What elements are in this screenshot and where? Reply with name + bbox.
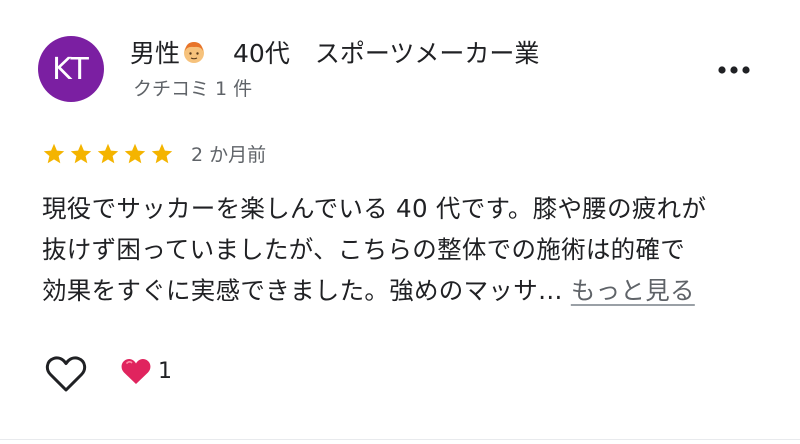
- man-face-icon: [184, 42, 205, 63]
- review-text-line: 現役でサッカーを楽しんでいる 40 代です。膝や腰の疲れが: [42, 194, 707, 223]
- star-icon: [43, 143, 65, 163]
- red-heart-icon: [121, 358, 151, 384]
- review-text-line-truncated: 効果をすぐに実感できました。強めのマッサ…: [42, 276, 563, 305]
- read-more-link[interactable]: もっと見る: [571, 276, 695, 305]
- star-icon: [70, 143, 92, 163]
- heart-outline-icon: [45, 356, 87, 392]
- author-name-details: 40代 スポーツメーカー業: [208, 39, 540, 68]
- like-button[interactable]: [40, 350, 92, 398]
- author-name[interactable]: 男性 40代 スポーツメーカー業: [130, 34, 539, 70]
- review-date: 2 か月前: [191, 144, 267, 166]
- avatar[interactable]: KT: [38, 36, 104, 102]
- reaction-summary[interactable]: 1: [120, 356, 172, 386]
- more-options-button[interactable]: [712, 56, 756, 84]
- avatar-initials: KT: [52, 51, 90, 87]
- review-text-line: 効果をすぐに実感できました。強めのマッサ… もっと見る: [42, 270, 762, 311]
- star-rating: [42, 142, 177, 166]
- star-icon: [124, 143, 146, 163]
- reaction-count: 1: [158, 358, 172, 384]
- review-text: 現役でサッカーを楽しんでいる 40 代です。膝や腰の疲れが 抜けず困っていました…: [42, 188, 762, 311]
- author-review-count[interactable]: クチコミ 1 件: [133, 74, 252, 101]
- review-card: KT 男性 40代 スポーツメーカー業 クチコミ 1 件 2 か月前 現役でサッ…: [0, 0, 800, 440]
- more-vertical-icon: [718, 66, 750, 74]
- star-icon: [151, 143, 173, 163]
- rating-row: 2 か月前: [42, 140, 266, 167]
- review-text-line: 抜けず困っていましたが、こちらの整体での施術は的確で: [42, 235, 686, 264]
- star-icon: [97, 143, 119, 163]
- author-name-prefix: 男性: [130, 39, 181, 68]
- divider: [0, 439, 800, 440]
